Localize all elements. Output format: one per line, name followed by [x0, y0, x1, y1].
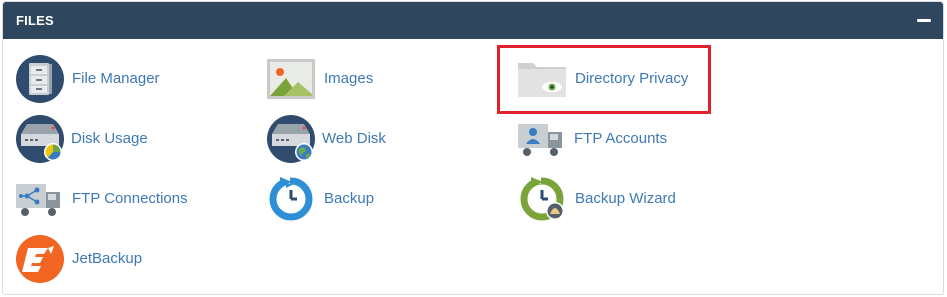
backup-link[interactable]: Backup: [266, 174, 406, 224]
images-link[interactable]: Images: [266, 54, 406, 104]
disk-usage-link[interactable]: Disk Usage: [15, 114, 175, 164]
jetbackup-label: JetBackup: [72, 250, 143, 267]
backup-wizard-icon: [517, 174, 567, 224]
ftp-connections-icon: [15, 174, 65, 224]
jetbackup-link[interactable]: JetBackup: [15, 234, 155, 284]
file-manager-label: File Manager: [72, 70, 160, 87]
file-cabinet-icon: [15, 54, 65, 104]
ftp-accounts-icon: [517, 114, 567, 164]
jetbackup-icon: [15, 234, 65, 284]
minus-icon[interactable]: [917, 13, 931, 27]
backup-wizard-link[interactable]: Backup Wizard: [517, 174, 687, 224]
backup-label: Backup: [324, 190, 375, 207]
disk-usage-label: Disk Usage: [71, 130, 148, 147]
ftp-accounts-link[interactable]: FTP Accounts: [517, 114, 687, 164]
disk-usage-icon: [15, 114, 65, 164]
web-disk-link[interactable]: Web Disk: [266, 114, 406, 164]
panel-header[interactable]: FILES: [3, 2, 943, 39]
ftp-accounts-label: FTP Accounts: [574, 130, 668, 147]
highlight-box: [497, 45, 711, 114]
backup-icon: [266, 174, 316, 224]
ftp-connections-link[interactable]: FTP Connections: [15, 174, 195, 224]
backup-wizard-label: Backup Wizard: [575, 190, 676, 207]
image-icon: [266, 54, 316, 104]
images-label: Images: [324, 70, 374, 87]
panel-title: FILES: [16, 13, 54, 28]
ftp-connections-label: FTP Connections: [72, 190, 188, 207]
file-manager-link[interactable]: File Manager: [15, 54, 175, 104]
web-disk-icon: [266, 114, 316, 164]
web-disk-label: Web Disk: [322, 130, 386, 147]
